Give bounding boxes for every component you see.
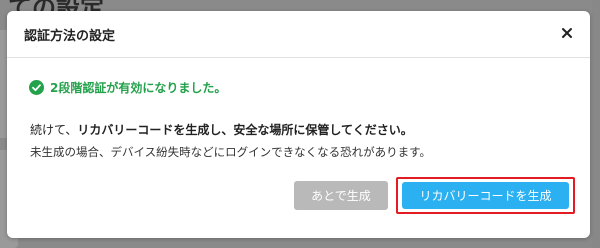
auth-method-modal: 認証方法の設定 2段階認証が有効になりました。 続けて、リカバリーコードを生成し… [7,11,590,238]
close-button[interactable] [556,22,578,44]
instruction-prefix: 続けて、 [30,123,78,137]
background-scroll-area [592,0,600,248]
instruction-text: 続けて、リカバリーコードを生成し、安全な場所に保管してください。 [30,121,413,138]
modal-title: 認証方法の設定 [24,29,116,44]
check-circle-icon [29,79,44,95]
close-icon [562,28,572,38]
instruction-strong: リカバリーコードを生成し、安全な場所に保管してください。 [77,123,413,137]
success-message: 2段階認証が有効になりました。 [29,78,226,96]
modal-header: 認証方法の設定 [7,11,590,58]
warning-text: 未生成の場合、デバイス紛失時などにログインできなくなる恐れがあります。 [30,145,432,159]
generate-later-button[interactable]: あとで生成 [294,181,388,210]
generate-recovery-code-button[interactable]: リカバリーコードを生成 [402,182,569,209]
success-text: 2段階認証が有効になりました。 [50,80,227,95]
